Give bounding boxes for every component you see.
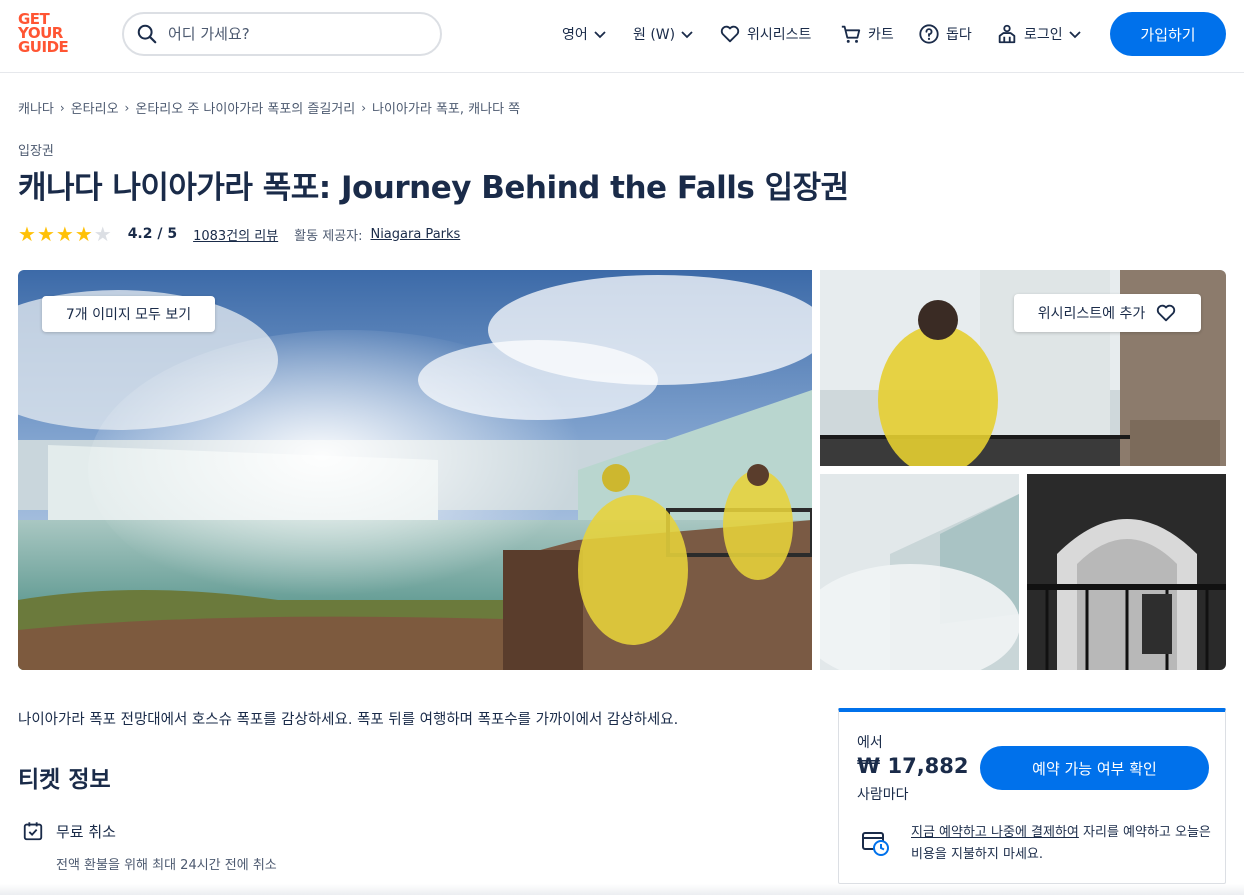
chevron-down-icon bbox=[681, 31, 693, 39]
ticket-info-heading: 티켓 정보 bbox=[18, 767, 111, 793]
star-full-icon: ★ bbox=[18, 222, 36, 246]
calendar-check-icon bbox=[23, 822, 43, 841]
help-icon bbox=[919, 24, 939, 44]
view-all-images-button[interactable]: 7개 이미지 모두 보기 bbox=[42, 296, 215, 332]
breadcrumb-separator-icon: › bbox=[361, 100, 367, 115]
page-title: 캐나다 나이아가라 폭포: Journey Behind the Falls 입… bbox=[18, 170, 849, 206]
gallery-main-image[interactable]: 7개 이미지 모두 보기 bbox=[18, 270, 812, 670]
breadcrumb-item-ontario[interactable]: 온타리오 bbox=[71, 98, 119, 117]
gallery-image-2[interactable]: 위시리스트에 추가 bbox=[820, 270, 1226, 466]
search-box[interactable] bbox=[122, 12, 442, 56]
breadcrumb-item-canada[interactable]: 캐나다 bbox=[18, 98, 54, 117]
falls-photo-tunnel bbox=[1027, 474, 1226, 670]
help-label: 돕다 bbox=[946, 27, 972, 43]
reviews-link[interactable]: 1083건의 리뷰 bbox=[193, 225, 278, 244]
star-full-icon: ★ bbox=[36, 222, 55, 246]
reserve-now-pay-later-link[interactable]: 지금 예약하고 나중에 결제하여 bbox=[911, 825, 1079, 840]
logo-line-3: GUIDE bbox=[18, 38, 69, 56]
rating-row: ★ ★ ★ ★ ★ 4.2 / 5 1083건의 리뷰 활동 제공자: Niag… bbox=[18, 224, 460, 244]
card-clock-icon bbox=[862, 832, 889, 856]
price-from-label: 에서 bbox=[857, 735, 883, 751]
getyourguide-logo[interactable]: GET YOUR GUIDE bbox=[18, 12, 78, 58]
reserve-now-pay-later-text: 지금 예약하고 나중에 결제하여 자리를 예약하고 오늘은 비용을 지불하지 마… bbox=[911, 822, 1211, 866]
rating-stars: ★ ★ ★ ★ ★ bbox=[18, 224, 112, 244]
breadcrumb-item-things-to-do[interactable]: 온타리오 주 나이아가라 폭포의 즐길거리 bbox=[135, 98, 355, 117]
provider-label: 활동 제공자: bbox=[294, 228, 363, 244]
add-to-wishlist-label: 위시리스트에 추가 bbox=[1037, 306, 1146, 322]
chevron-down-icon bbox=[594, 31, 606, 39]
rating-score: 4.2 / 5 bbox=[127, 226, 178, 242]
price-per-person-label: 사람마다 bbox=[857, 787, 909, 803]
breadcrumb: 캐나다 › 온타리오 › 온타리오 주 나이아가라 폭포의 즐길거리 › 나이아… bbox=[18, 98, 520, 118]
login-label: 로그인 bbox=[1024, 27, 1063, 43]
heart-icon bbox=[720, 25, 740, 43]
star-full-icon: ★ bbox=[74, 222, 93, 246]
breadcrumb-separator-icon: › bbox=[124, 100, 130, 115]
login-icon bbox=[998, 24, 1016, 44]
currency-label: 원 (W) bbox=[633, 27, 676, 43]
star-full-icon: ★ bbox=[55, 222, 74, 246]
price-value: ₩ 17,882 bbox=[857, 754, 969, 778]
search-input[interactable] bbox=[168, 25, 418, 43]
login-button[interactable]: 로그인 bbox=[996, 22, 1083, 46]
product-category: 입장권 bbox=[18, 144, 54, 159]
cart-label: 카트 bbox=[868, 27, 894, 43]
free-cancellation-detail: 전액 환불을 위해 최대 24시간 전에 취소 bbox=[56, 858, 277, 873]
search-icon bbox=[137, 24, 157, 44]
add-to-wishlist-button[interactable]: 위시리스트에 추가 bbox=[1014, 294, 1201, 332]
breadcrumb-item-current[interactable]: 나이아가라 폭포, 캐나다 쪽 bbox=[372, 98, 520, 117]
language-label: 영어 bbox=[562, 27, 588, 43]
language-selector[interactable]: 영어 bbox=[562, 22, 608, 46]
signup-button[interactable]: 가입하기 bbox=[1110, 12, 1226, 56]
check-availability-button[interactable]: 예약 가능 여부 확인 bbox=[980, 746, 1209, 790]
star-empty-icon: ★ bbox=[93, 222, 112, 246]
bottom-shadow bbox=[0, 884, 1244, 895]
gallery-image-3[interactable] bbox=[820, 474, 1019, 670]
currency-selector[interactable]: 원 (W) bbox=[633, 22, 695, 46]
breadcrumb-separator-icon: › bbox=[59, 100, 65, 115]
heart-icon bbox=[1157, 304, 1176, 322]
falls-photo-mist bbox=[820, 474, 1019, 670]
header: GET YOUR GUIDE 영어 원 (W) 위시리스트 카트 돕다 로그인 … bbox=[0, 0, 1244, 73]
gallery-image-4[interactable] bbox=[1027, 474, 1226, 670]
free-cancellation-title: 무료 취소 bbox=[56, 823, 116, 841]
booking-card: 에서 ₩ 17,882 사람마다 예약 가능 여부 확인 지금 예약하고 나중에… bbox=[838, 708, 1226, 884]
provider-link[interactable]: Niagara Parks bbox=[370, 227, 460, 242]
cart-link[interactable]: 카트 bbox=[840, 22, 894, 46]
cart-icon bbox=[841, 25, 861, 43]
product-description: 나이아가라 폭포 전망대에서 호스슈 폭포를 감상하세요. 폭포 뒤를 여행하며… bbox=[18, 712, 679, 728]
wishlist-label: 위시리스트 bbox=[747, 27, 812, 43]
chevron-down-icon bbox=[1069, 31, 1081, 39]
wishlist-link[interactable]: 위시리스트 bbox=[719, 22, 811, 46]
help-link[interactable]: 돕다 bbox=[918, 22, 972, 46]
